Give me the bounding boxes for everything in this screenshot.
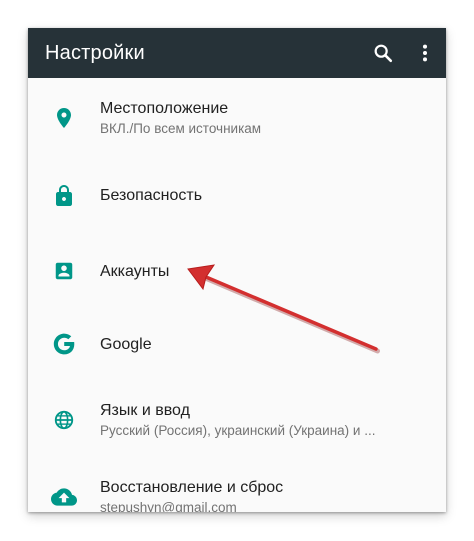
settings-item-text: Местоположение ВКЛ./По всем источникам: [100, 98, 261, 138]
settings-item-text: Безопасность: [100, 185, 202, 206]
settings-item-language[interactable]: Язык и ввод Русский (Россия), украинский…: [28, 379, 446, 461]
settings-item-title: Язык и ввод: [100, 402, 190, 419]
globe-icon: [28, 409, 100, 431]
settings-item-title: Местоположение: [100, 100, 229, 117]
cloud-upload-icon: [28, 484, 100, 510]
settings-item-title: Безопасность: [100, 187, 203, 204]
settings-item-title: Восстановление и сброс: [100, 479, 284, 496]
settings-item-subtitle: Русский (Россия), украинский (Украина) и…: [100, 423, 376, 438]
settings-item-text: Язык и ввод Русский (Россия), украинский…: [100, 400, 375, 440]
settings-item-accounts[interactable]: Аккаунты: [28, 233, 446, 309]
settings-item-backup-reset[interactable]: Восстановление и сброс stepushyn@gmail.c…: [28, 461, 446, 512]
settings-item-title: Google: [100, 335, 152, 353]
settings-item-google[interactable]: Google: [28, 309, 446, 379]
settings-item-subtitle: stepushyn@gmail.com: [100, 500, 237, 512]
settings-item-location[interactable]: Местоположение ВКЛ./По всем источникам: [28, 78, 446, 158]
more-vert-icon[interactable]: [412, 40, 438, 66]
settings-item-title: Аккаунты: [100, 262, 170, 280]
location-pin-icon: [28, 106, 100, 130]
settings-screen: Настройки Местоположение ВКЛ./По всем ис…: [28, 28, 446, 512]
google-g-icon: [28, 331, 100, 357]
page-title: Настройки: [45, 41, 145, 64]
app-toolbar: Настройки: [28, 28, 446, 78]
settings-item-subtitle: ВКЛ./По всем источникам: [100, 121, 262, 136]
settings-item-text: Google: [100, 334, 152, 355]
settings-item-security[interactable]: Безопасность: [28, 158, 446, 233]
settings-list: Местоположение ВКЛ./По всем источникам Б…: [28, 78, 446, 512]
lock-icon: [28, 184, 100, 208]
settings-item-text: Аккаунты: [100, 261, 169, 282]
search-icon[interactable]: [370, 40, 396, 66]
screenshot-stage: Настройки Местоположение ВКЛ./По всем ис…: [0, 0, 474, 541]
settings-item-text: Восстановление и сброс stepushyn@gmail.c…: [100, 477, 283, 512]
account-box-icon: [28, 260, 100, 282]
